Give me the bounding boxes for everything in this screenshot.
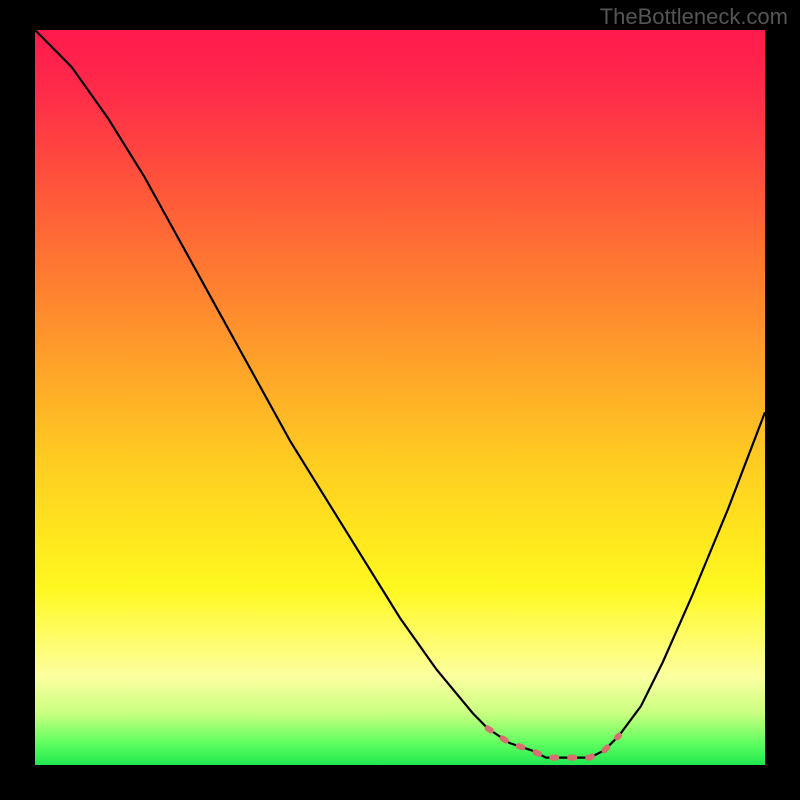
chart-area [35, 30, 765, 765]
bottleneck-curve [35, 30, 765, 758]
watermark-text: TheBottleneck.com [600, 4, 788, 30]
curve-svg [35, 30, 765, 765]
